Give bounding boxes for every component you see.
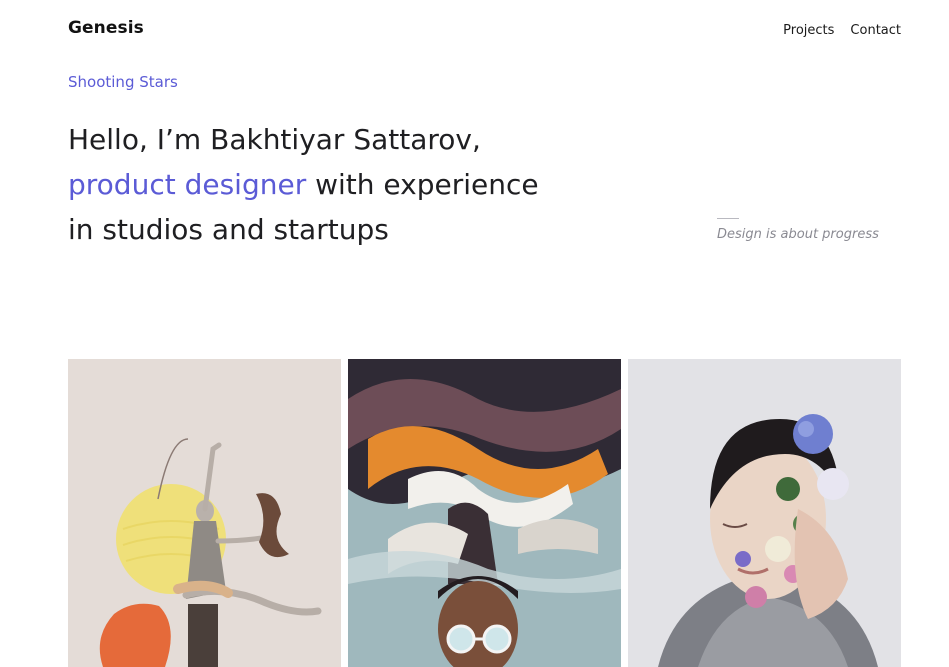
headline-line-2-rest: with experience — [306, 168, 539, 201]
floral-face-portrait-image — [628, 359, 901, 667]
abstract-flow-portrait-image — [348, 359, 621, 667]
tagline: Design is about progress — [717, 227, 879, 242]
site-logo[interactable]: Genesis — [68, 18, 144, 38]
nav-projects-link[interactable]: Projects — [783, 23, 834, 38]
nav-contact-link[interactable]: Contact — [850, 23, 901, 38]
dancer-collage-image — [68, 359, 341, 667]
gallery-card-abstract[interactable] — [348, 359, 621, 667]
section-eyebrow: Shooting Stars — [68, 73, 178, 91]
gallery-card-dancer[interactable] — [68, 359, 341, 667]
hero-headline: Hello, I’m Bakhtiyar Sattarov, product d… — [68, 117, 539, 252]
gallery-card-floral[interactable] — [628, 359, 901, 667]
tagline-divider — [717, 218, 739, 219]
headline-line-1: Hello, I’m Bakhtiyar Sattarov, — [68, 123, 481, 156]
headline-line-3: in studios and startups — [68, 213, 389, 246]
top-nav: Projects Contact — [783, 23, 901, 38]
headline-accent-role: product designer — [68, 168, 307, 201]
project-gallery — [68, 359, 901, 667]
